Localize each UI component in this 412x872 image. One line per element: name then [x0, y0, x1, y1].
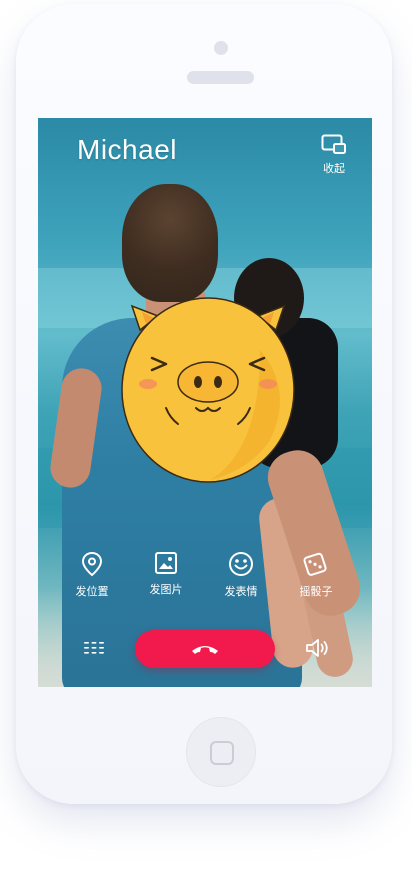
send-image-button[interactable]: 发图片 [133, 551, 199, 597]
background-person-head [122, 184, 218, 302]
send-emoji-button[interactable]: 发表情 [208, 551, 274, 599]
roll-dice-button[interactable]: 摇骰子 [283, 551, 349, 599]
call-screen: Michael 收起 发位置 发图片 发表情 摇骰子 [38, 118, 372, 687]
collapse-button[interactable]: 收起 [314, 134, 354, 178]
dialpad-icon[interactable] [82, 639, 106, 659]
caller-name: Michael [77, 134, 177, 165]
image-icon [155, 552, 177, 574]
hang-up-button[interactable] [135, 630, 275, 668]
location-pin-icon [81, 551, 103, 577]
send-location-label: 发位置 [75, 586, 109, 598]
pig-avatar-icon [121, 297, 295, 483]
front-camera [214, 41, 228, 55]
smiley-icon [229, 552, 253, 576]
speaker-icon[interactable] [304, 637, 330, 659]
send-location-button[interactable]: 发位置 [59, 551, 125, 599]
earpiece-speaker [187, 71, 254, 84]
collapse-label: 收起 [323, 163, 345, 175]
dice-icon [303, 552, 327, 576]
call-actions-row: 发位置 发图片 发表情 摇骰子 [38, 551, 372, 607]
home-button[interactable] [186, 717, 256, 787]
minimize-window-icon [321, 134, 346, 154]
roll-dice-label: 摇骰子 [299, 586, 333, 598]
send-emoji-label: 发表情 [224, 586, 258, 598]
home-button-icon [210, 741, 234, 765]
send-image-label: 发图片 [149, 584, 183, 596]
hang-up-phone-icon [192, 646, 218, 654]
